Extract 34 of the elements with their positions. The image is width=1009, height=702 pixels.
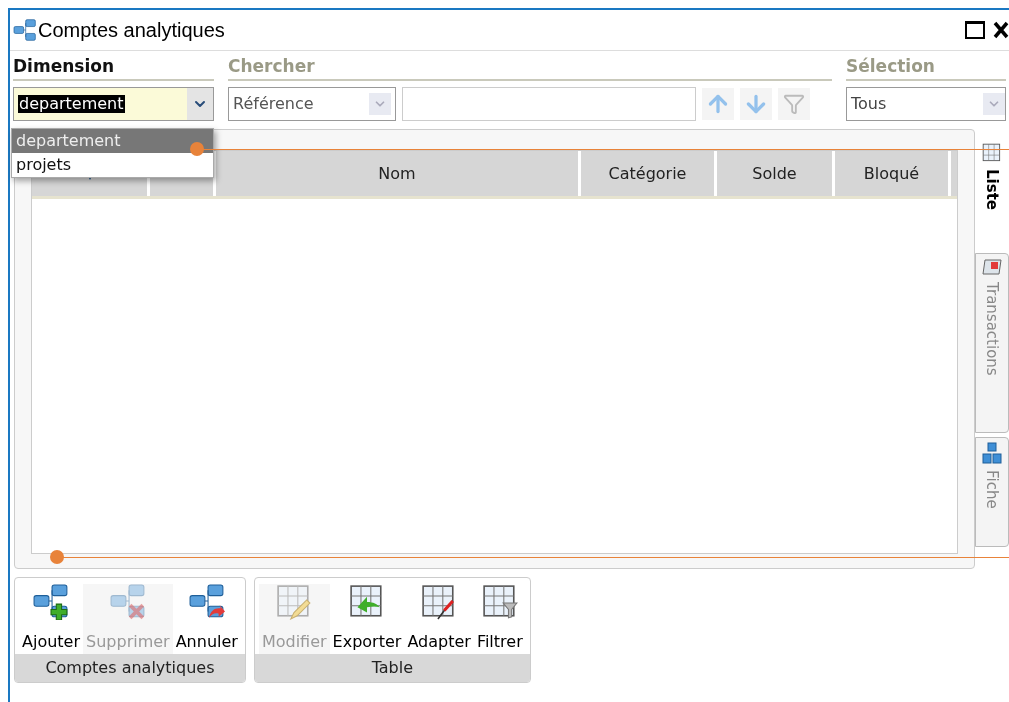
chevron-down-icon <box>983 93 1005 115</box>
boxes-cross-icon <box>109 584 146 620</box>
grid-funnel-icon <box>481 584 518 620</box>
close-icon[interactable] <box>993 21 1009 39</box>
chevron-down-icon <box>369 93 391 115</box>
window-app-icon <box>12 19 38 41</box>
dropdown-value: departement <box>18 95 125 113</box>
arrow-up-icon[interactable] <box>702 88 734 120</box>
group-title: Table <box>254 654 530 682</box>
grid-pencil-icon <box>276 584 313 620</box>
dropdown-option[interactable]: projets <box>12 153 213 177</box>
funnel-icon[interactable] <box>778 88 810 120</box>
group-title: Comptes analytiques <box>15 654 245 682</box>
toolbar-button[interactable]: Adapter <box>404 584 474 654</box>
maximize-icon[interactable] <box>965 21 985 39</box>
search-field[interactable] <box>402 87 696 121</box>
filter-label: Chercher <box>228 55 316 77</box>
toolbar-button[interactable]: Filtrer <box>473 584 526 654</box>
grid-arrow-icon <box>349 584 385 620</box>
hierarchy-icon <box>982 442 1002 464</box>
grid-icon <box>982 143 1002 163</box>
window-title: Comptes analytiques <box>38 18 225 43</box>
toolbar-button[interactable]: Annuler <box>172 584 241 654</box>
dropdown-option[interactable]: departement <box>12 129 213 153</box>
filter-label: Sélection <box>846 55 936 77</box>
arrow-down-icon[interactable] <box>740 88 772 120</box>
boxes-curved-arrow-icon <box>188 584 225 620</box>
toolbar-button[interactable]: Ajouter <box>19 584 83 654</box>
calendar-icon <box>982 258 1002 276</box>
chevron-down-icon <box>187 88 213 120</box>
dimension-dropdown[interactable]: departement <box>13 87 214 121</box>
filter-label: Dimension <box>13 55 115 77</box>
boxes-plus-icon <box>33 584 69 620</box>
toolbar-button[interactable]: Exporter <box>329 584 405 654</box>
